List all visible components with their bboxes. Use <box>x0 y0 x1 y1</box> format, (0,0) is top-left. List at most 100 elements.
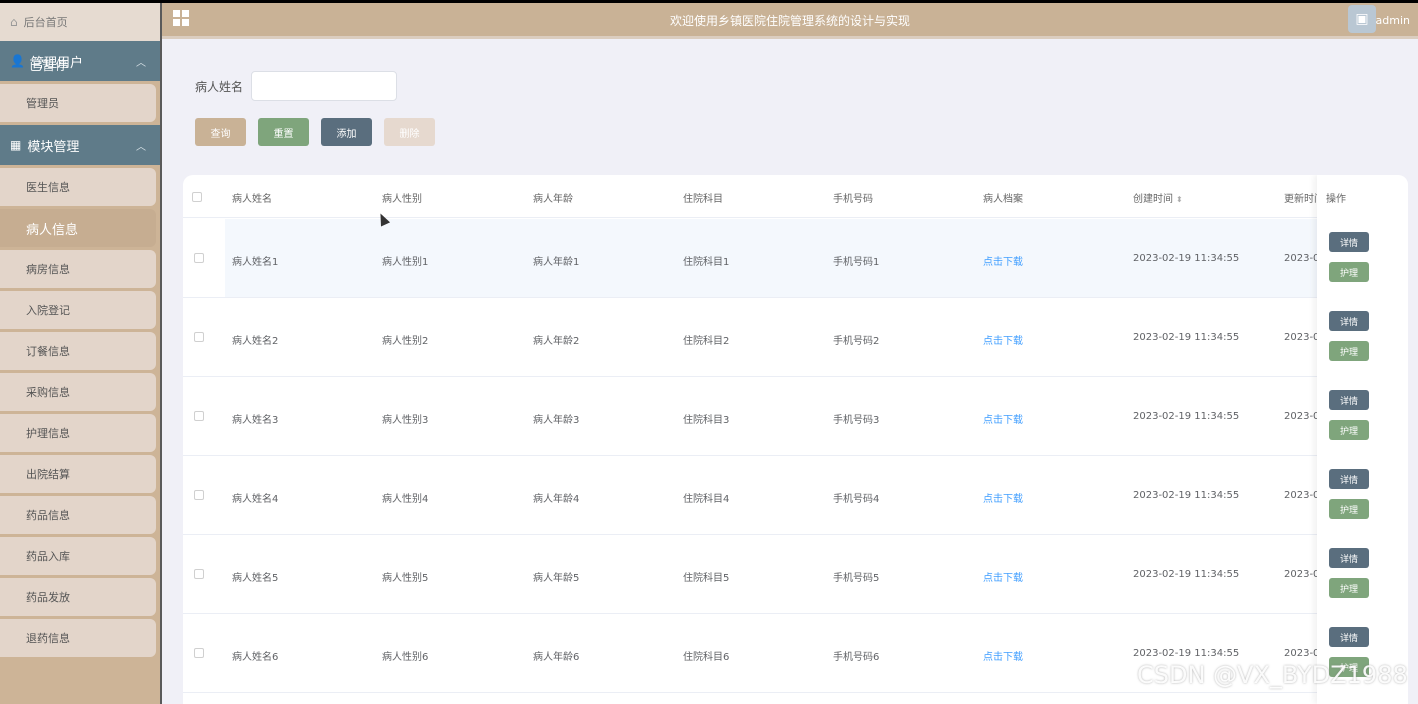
cell-file-link[interactable]: 点击下载 <box>983 490 1023 505</box>
cell-created: 2023-02-19 11:34:55 <box>1133 332 1240 343</box>
user-name[interactable]: admin <box>1376 14 1410 27</box>
cell-created: 2023-02-19 11:34:55 <box>1133 411 1240 422</box>
query-button[interactable]: 查询 <box>195 118 246 146</box>
cell-age: 病人年龄3 <box>533 415 580 426</box>
cell-age: 病人年龄4 <box>533 494 580 505</box>
cell-name: 病人姓名6 <box>232 652 279 663</box>
cell-file-link[interactable]: 点击下载 <box>983 569 1023 584</box>
cell-age: 病人年龄6 <box>533 652 580 663</box>
search-bar: 病人姓名 <box>195 71 398 101</box>
cell-file-link[interactable]: 点击下载 <box>983 411 1023 426</box>
cell-updated: 2023-0 <box>1284 411 1320 422</box>
cell-age: 病人年龄5 <box>533 573 580 584</box>
cell-phone: 手机号码4 <box>833 494 880 505</box>
nurse-button[interactable]: 护理 <box>1329 499 1369 519</box>
cell-gender: 病人性别5 <box>382 573 429 584</box>
sidebar-item[interactable]: 病人信息 <box>0 209 156 247</box>
header-created[interactable]: 创建时间 ⬍ <box>1133 190 1183 205</box>
header-dept[interactable]: 住院科目 <box>683 190 723 205</box>
cell-phone: 手机号码2 <box>833 336 880 347</box>
row-checkbox[interactable] <box>194 490 204 500</box>
chevron-up-icon: ︿ <box>136 142 146 153</box>
cell-updated: 2023-0 <box>1284 648 1320 659</box>
cell-dept: 住院科目3 <box>683 415 730 426</box>
table-row[interactable]: 病人姓名2 病人性别2 病人年龄2 住院科目2 手机号码2 点击下载 2023-02-19 … <box>183 298 1408 377</box>
detail-button[interactable]: 详情 <box>1329 390 1369 410</box>
detail-button[interactable]: 详情 <box>1329 548 1369 568</box>
table-row[interactable]: 病人姓名5 病人性别5 病人年龄5 住院科目5 手机号码5 点击下载 2023-02-19 … <box>183 535 1408 614</box>
search-label: 病人姓名 <box>195 79 244 94</box>
nurse-button[interactable]: 护理 <box>1329 420 1369 440</box>
sidebar-group-label: 模块管理 <box>27 139 80 155</box>
delete-button[interactable]: 删除 <box>384 118 435 146</box>
sidebar-home[interactable]: ⌂ 后台首页 <box>0 3 160 41</box>
cell-file-link[interactable]: 点击下载 <box>983 332 1023 347</box>
header-created-label: 创建时间 <box>1133 194 1173 205</box>
header-gender[interactable]: 病人性别 <box>382 190 422 205</box>
row-checkbox[interactable] <box>194 332 204 342</box>
cell-name: 病人姓名4 <box>232 494 279 505</box>
cell-updated: 2023-0 <box>1284 490 1320 501</box>
cell-name: 病人姓名3 <box>232 415 279 426</box>
cell-name: 病人姓名2 <box>232 336 279 347</box>
nurse-button[interactable]: 护理 <box>1329 262 1369 282</box>
row-select-cell <box>183 219 225 297</box>
sort-icon[interactable]: ⬍ <box>1176 195 1183 204</box>
cell-file-link[interactable]: 点击下载 <box>983 253 1023 268</box>
sidebar-item[interactable]: 订餐信息 <box>0 332 156 370</box>
add-button[interactable]: 添加 <box>321 118 372 146</box>
cell-age: 病人年龄1 <box>533 257 580 268</box>
sidebar-group-users[interactable]: 👤 管理用户 已暂停 ︿ <box>0 41 160 81</box>
operations-column: 操作 详情 护理 详情 护理 详情 护理 详情 护理 详情 护理 详情 护理 <box>1317 175 1408 704</box>
table-row[interactable]: 病人姓名4 病人性别4 病人年龄4 住院科目4 手机号码4 点击下载 2023-02-19 … <box>183 456 1408 535</box>
cell-gender: 病人性别4 <box>382 494 429 505</box>
image-icon: ▣ <box>1355 11 1369 27</box>
sidebar-item[interactable]: 管理员 <box>0 84 156 122</box>
nurse-button[interactable]: 护理 <box>1329 578 1369 598</box>
select-all-checkbox[interactable] <box>192 192 202 202</box>
header-phone[interactable]: 手机号码 <box>833 190 873 205</box>
row-checkbox[interactable] <box>194 569 204 579</box>
cell-dept: 住院科目1 <box>683 257 730 268</box>
home-icon: ⌂ <box>10 15 18 29</box>
cell-created: 2023-02-19 11:34:55 <box>1133 253 1240 264</box>
row-checkbox[interactable] <box>194 411 204 421</box>
header-name[interactable]: 病人姓名 <box>232 190 272 205</box>
detail-button[interactable]: 详情 <box>1329 627 1369 647</box>
cell-file-link[interactable]: 点击下载 <box>983 648 1023 663</box>
sidebar-item[interactable]: 医生信息 <box>0 168 156 206</box>
cell-dept: 住院科目5 <box>683 573 730 584</box>
sidebar-group-label: 管理用户 已暂停 <box>29 52 83 74</box>
row-checkbox[interactable] <box>194 253 204 263</box>
watermark: CSDN @VX_BYDZ1988 <box>1137 661 1408 689</box>
sidebar-item[interactable]: 病房信息 <box>0 250 156 288</box>
cell-updated: 2023-0 <box>1284 569 1320 580</box>
cell-updated: 2023-0 <box>1284 332 1320 343</box>
header-updated[interactable]: 更新时间 <box>1284 190 1317 205</box>
search-input[interactable] <box>251 71 398 101</box>
detail-button[interactable]: 详情 <box>1329 311 1369 331</box>
sidebar-group-modules[interactable]: ▦ 模块管理 ︿ <box>0 125 160 165</box>
header-age[interactable]: 病人年龄 <box>533 190 573 205</box>
table-row[interactable]: 病人姓名1 病人性别1 病人年龄1 住院科目1 手机号码1 点击下载 2023-02-19 … <box>183 219 1408 298</box>
detail-button[interactable]: 详情 <box>1329 232 1369 252</box>
sidebar-item[interactable]: 退药信息 <box>0 619 156 657</box>
cell-phone: 手机号码6 <box>833 652 880 663</box>
header-file[interactable]: 病人档案 <box>983 190 1023 205</box>
detail-button[interactable]: 详情 <box>1329 469 1369 489</box>
table-row[interactable]: 病人姓名3 病人性别3 病人年龄3 住院科目3 手机号码3 点击下载 2023-02-19 … <box>183 377 1408 456</box>
sidebar-item[interactable]: 药品入库 <box>0 537 156 575</box>
nurse-button[interactable]: 护理 <box>1329 341 1369 361</box>
sidebar-item[interactable]: 药品发放 <box>0 578 156 616</box>
avatar[interactable]: ▣ <box>1348 5 1376 33</box>
sidebar-item[interactable]: 入院登记 <box>0 291 156 329</box>
header: 欢迎使用乡镇医院住院管理系统的设计与实现 ▣ admin <box>162 3 1418 39</box>
cell-name: 病人姓名5 <box>232 573 279 584</box>
reset-button[interactable]: 重置 <box>258 118 309 146</box>
sidebar: ⌂ 后台首页 👤 管理用户 已暂停 ︿ 管理员 ▦ 模块管理 ︿ 医生信息 病人信… <box>0 3 162 704</box>
sidebar-item[interactable]: 护理信息 <box>0 414 156 452</box>
sidebar-item[interactable]: 采购信息 <box>0 373 156 411</box>
sidebar-item[interactable]: 出院结算 <box>0 455 156 493</box>
row-checkbox[interactable] <box>194 648 204 658</box>
sidebar-item[interactable]: 药品信息 <box>0 496 156 534</box>
